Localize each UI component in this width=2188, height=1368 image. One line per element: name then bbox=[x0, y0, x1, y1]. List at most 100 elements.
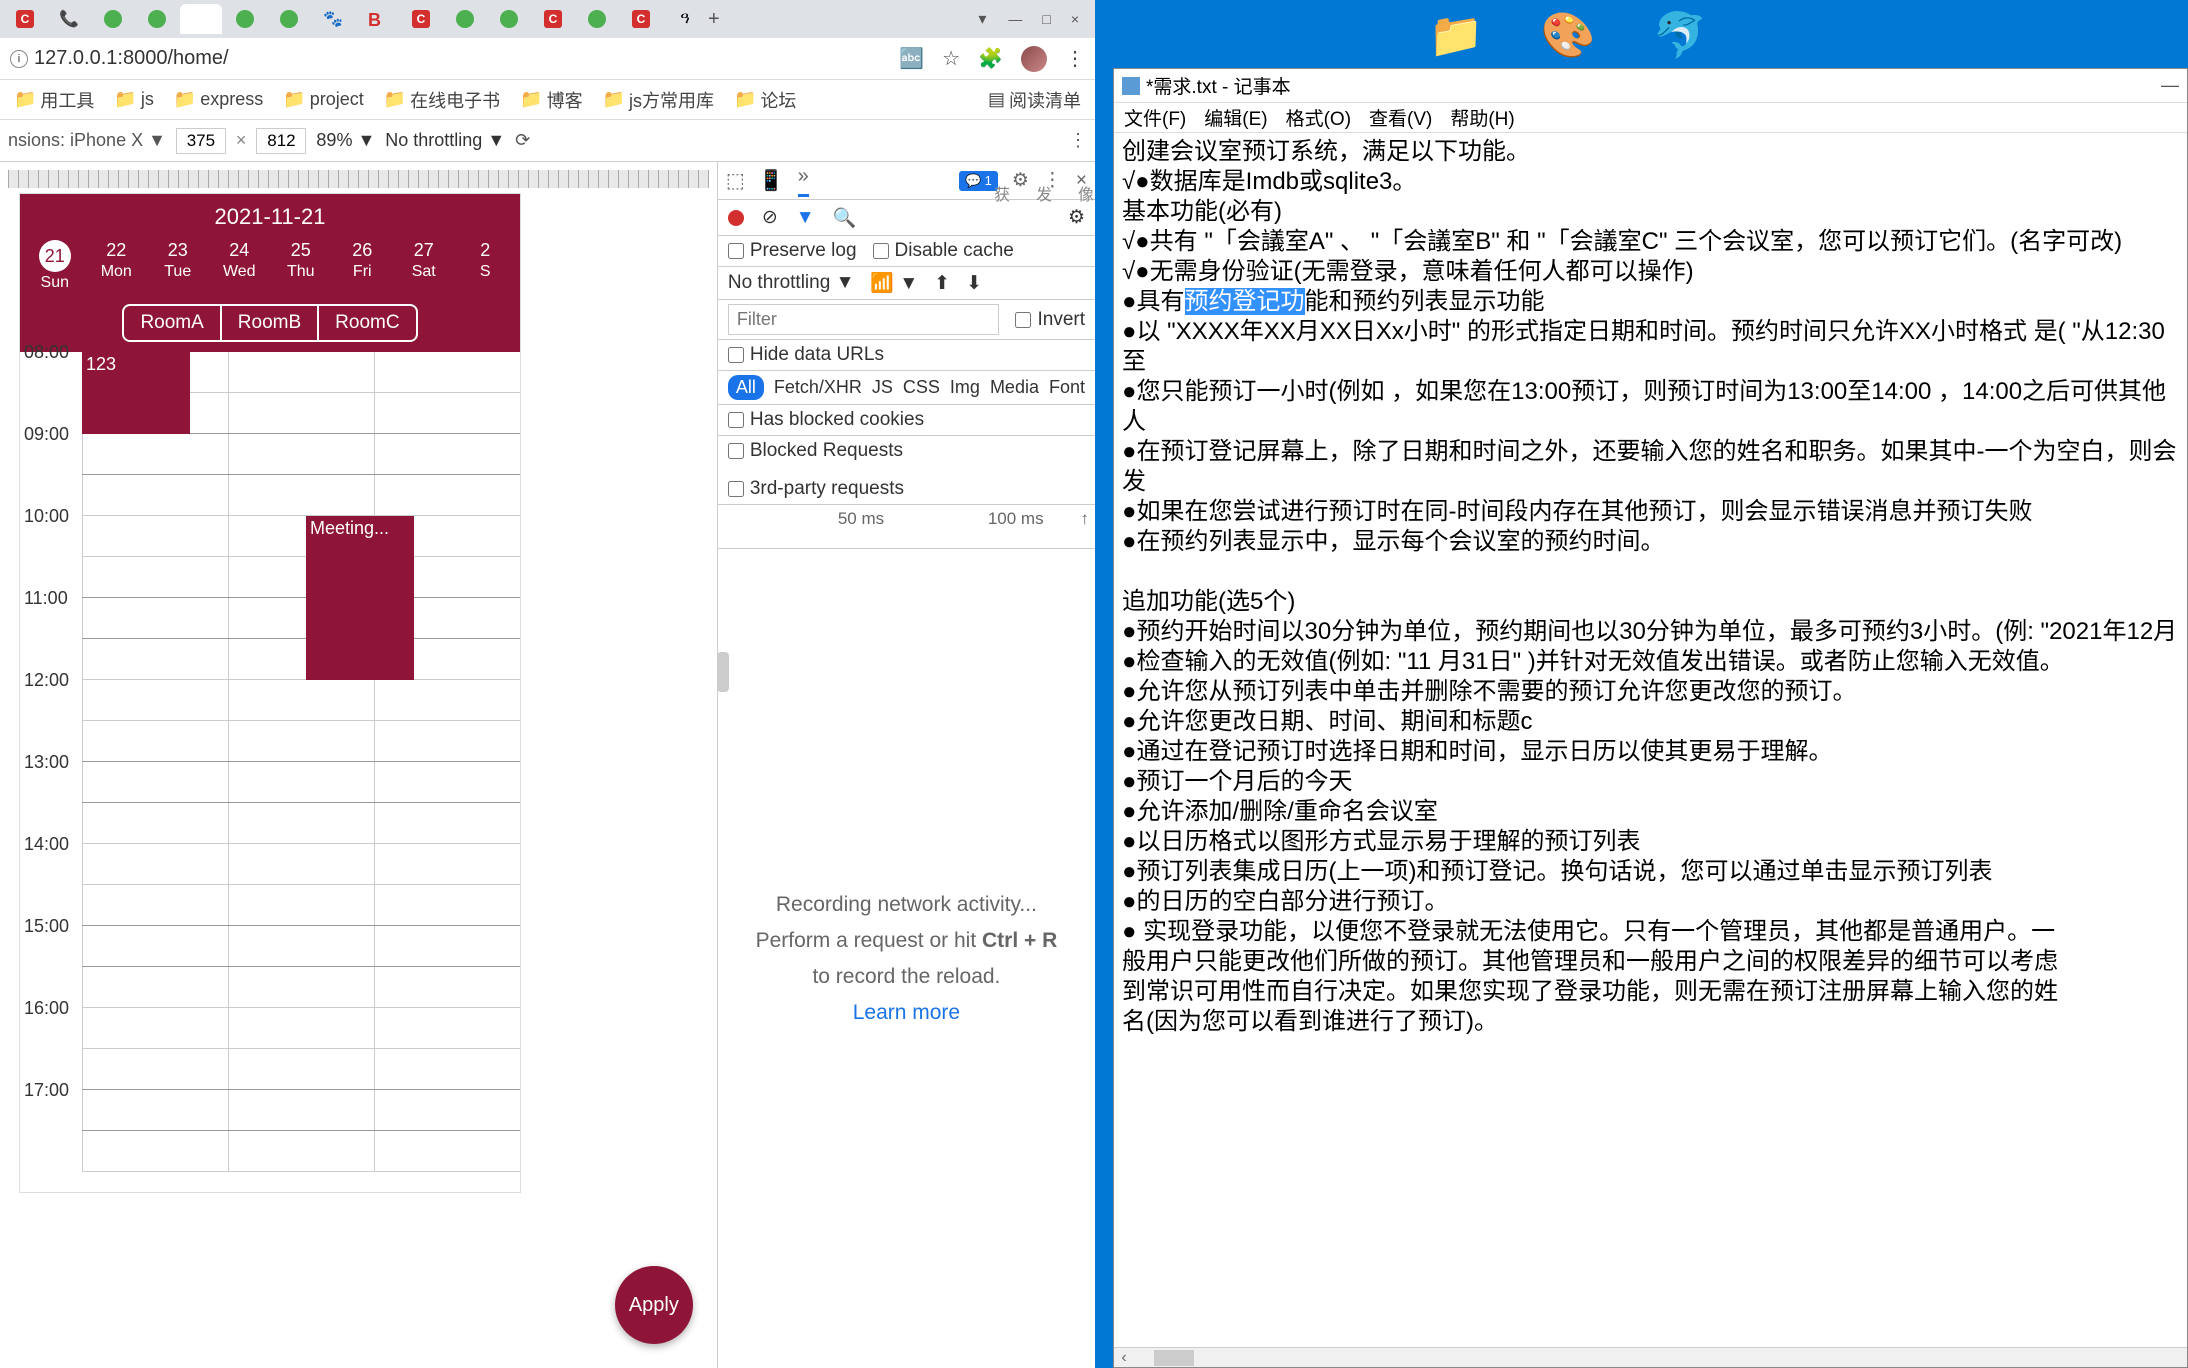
user-avatar-icon[interactable] bbox=[1021, 46, 1047, 72]
room-tab[interactable]: RoomA bbox=[122, 304, 221, 342]
download-icon[interactable]: ⬇ bbox=[966, 272, 982, 295]
menu-view[interactable]: 查看(V) bbox=[1369, 104, 1432, 131]
tab-list-button[interactable]: ▾ bbox=[978, 9, 986, 29]
settings-icon[interactable]: ⚙ bbox=[1012, 169, 1029, 192]
apply-button[interactable]: Apply bbox=[615, 1266, 693, 1344]
minimize-button[interactable]: — bbox=[2161, 75, 2179, 96]
filter-type-media[interactable]: Media bbox=[990, 377, 1039, 398]
rotate-icon[interactable]: ⟳ bbox=[515, 130, 530, 151]
tab-4[interactable] bbox=[136, 4, 178, 34]
notepad-titlebar[interactable]: *需求.txt - 记事本 — bbox=[1114, 69, 2187, 103]
filter-icon[interactable]: ▼ bbox=[796, 207, 815, 229]
has-blocked-cookies-checkbox[interactable]: Has blocked cookies bbox=[728, 409, 924, 431]
horizontal-scrollbar[interactable]: ‹ bbox=[1114, 1347, 2187, 1367]
minimize-button[interactable]: — bbox=[1008, 11, 1022, 27]
calendar-day[interactable]: 27Sat bbox=[400, 240, 448, 292]
bookmark-item[interactable]: 📁project bbox=[277, 89, 369, 110]
network-timeline[interactable]: 50 ms 100 ms ↑ bbox=[718, 505, 1095, 549]
time-row[interactable] bbox=[82, 926, 520, 967]
tab-13[interactable]: C bbox=[532, 4, 574, 34]
tab-11[interactable] bbox=[444, 4, 486, 34]
tab-6[interactable] bbox=[224, 4, 266, 34]
time-row[interactable] bbox=[82, 1008, 520, 1049]
tab-3[interactable] bbox=[92, 4, 134, 34]
time-row[interactable] bbox=[82, 598, 520, 639]
room-tab[interactable]: RoomB bbox=[222, 304, 319, 342]
width-input[interactable] bbox=[176, 128, 226, 154]
zoom-selector[interactable]: 89% ▼ bbox=[316, 130, 375, 151]
time-row[interactable] bbox=[82, 1049, 520, 1090]
calendar-day[interactable]: 2S bbox=[461, 240, 509, 292]
throttling-selector[interactable]: No throttling ▼ bbox=[385, 130, 505, 151]
time-row[interactable] bbox=[82, 844, 520, 885]
tab-2[interactable]: 📞 bbox=[48, 4, 90, 34]
bookmark-item[interactable]: 📁js bbox=[108, 89, 159, 110]
inspect-icon[interactable]: ⬚ bbox=[726, 168, 745, 193]
bookmark-item[interactable]: 📁博客 bbox=[514, 87, 588, 113]
search-icon[interactable]: 🔍 bbox=[833, 206, 857, 230]
menu-file[interactable]: 文件(F) bbox=[1124, 104, 1186, 131]
tab-10[interactable]: C bbox=[400, 4, 442, 34]
tab-16[interactable]: ዓ bbox=[664, 4, 706, 34]
bookmark-item[interactable]: 📁论坛 bbox=[728, 87, 802, 113]
wifi-icon[interactable]: 📶 ▼ bbox=[870, 271, 918, 295]
preserve-log-checkbox[interactable]: Preserve log bbox=[728, 240, 857, 262]
throttling-dropdown[interactable]: No throttling ▼ bbox=[728, 272, 855, 294]
bookmark-item[interactable]: 📁express bbox=[168, 89, 269, 110]
third-party-checkbox[interactable]: 3rd-party requests bbox=[728, 478, 904, 500]
blocked-requests-checkbox[interactable]: Blocked Requests bbox=[728, 440, 903, 462]
time-row[interactable] bbox=[82, 639, 520, 680]
room-tab[interactable]: RoomC bbox=[319, 304, 417, 342]
dolphin-icon[interactable]: 🐬 bbox=[1649, 4, 1711, 66]
close-button[interactable]: × bbox=[1071, 11, 1079, 27]
bookmark-item[interactable]: 📁js方常用库 bbox=[597, 87, 720, 113]
height-input[interactable] bbox=[256, 128, 306, 154]
scroll-handle[interactable] bbox=[717, 652, 729, 692]
filter-input[interactable] bbox=[728, 304, 1000, 335]
maximize-button[interactable]: □ bbox=[1042, 11, 1050, 27]
calendar-day[interactable]: 24Wed bbox=[215, 240, 263, 292]
disable-cache-checkbox[interactable]: Disable cache bbox=[873, 240, 1014, 262]
time-row[interactable] bbox=[82, 557, 520, 598]
notepad-content[interactable]: 创建会议室预订系统，满足以下功能。√●数据库是Imdb或sqlite3。基本功能… bbox=[1114, 133, 2187, 1041]
bookmark-star-icon[interactable]: ☆ bbox=[942, 46, 960, 71]
menu-edit[interactable]: 编辑(E) bbox=[1204, 104, 1267, 131]
time-row[interactable] bbox=[82, 680, 520, 721]
device-toggle-icon[interactable]: 📱 bbox=[759, 168, 784, 193]
hide-data-urls-checkbox[interactable]: Hide data URLs bbox=[728, 344, 884, 366]
calendar-day[interactable]: 26Fri bbox=[338, 240, 386, 292]
bookmark-item[interactable]: 📁在线电子书 bbox=[378, 87, 506, 113]
scroll-left-icon[interactable]: ‹ bbox=[1114, 1349, 1134, 1367]
tab-12[interactable] bbox=[488, 4, 530, 34]
clear-icon[interactable]: ⊘ bbox=[762, 206, 778, 229]
learn-more-link[interactable]: Learn more bbox=[853, 1001, 960, 1025]
filter-type-all[interactable]: All bbox=[728, 375, 764, 400]
tab-8[interactable]: 🐾 bbox=[312, 4, 354, 34]
tab-15[interactable]: C bbox=[620, 4, 662, 34]
time-row[interactable] bbox=[82, 475, 520, 516]
menu-icon[interactable]: ⋮ bbox=[1065, 46, 1085, 71]
menu-format[interactable]: 格式(O) bbox=[1286, 104, 1351, 131]
calendar-day[interactable]: 25Thu bbox=[277, 240, 325, 292]
site-info-icon[interactable]: i bbox=[10, 50, 28, 68]
calendar-day[interactable]: 23Tue bbox=[154, 240, 202, 292]
tab-5-active[interactable] bbox=[180, 4, 222, 34]
time-row[interactable] bbox=[82, 1090, 520, 1131]
color-wheel-icon[interactable]: 🎨 bbox=[1537, 4, 1599, 66]
time-row[interactable] bbox=[82, 1131, 520, 1172]
filter-type-fetch/xhr[interactable]: Fetch/XHR bbox=[774, 377, 862, 398]
filter-type-img[interactable]: Img bbox=[950, 377, 980, 398]
time-row[interactable] bbox=[82, 516, 520, 557]
calendar-event[interactable]: 123 bbox=[82, 352, 190, 434]
record-icon[interactable] bbox=[728, 210, 744, 226]
tab-9[interactable]: B bbox=[356, 4, 398, 34]
calendar-day[interactable]: 22Mon bbox=[92, 240, 140, 292]
time-row[interactable] bbox=[82, 967, 520, 1008]
extensions-icon[interactable]: 🧩 bbox=[978, 46, 1003, 71]
filter-type-css[interactable]: CSS bbox=[903, 377, 940, 398]
upload-icon[interactable]: ⬆ bbox=[934, 272, 950, 295]
tab-7[interactable] bbox=[268, 4, 310, 34]
time-row[interactable] bbox=[82, 721, 520, 762]
time-row[interactable] bbox=[82, 885, 520, 926]
bookmark-item[interactable]: 📁用工具 bbox=[8, 87, 100, 113]
